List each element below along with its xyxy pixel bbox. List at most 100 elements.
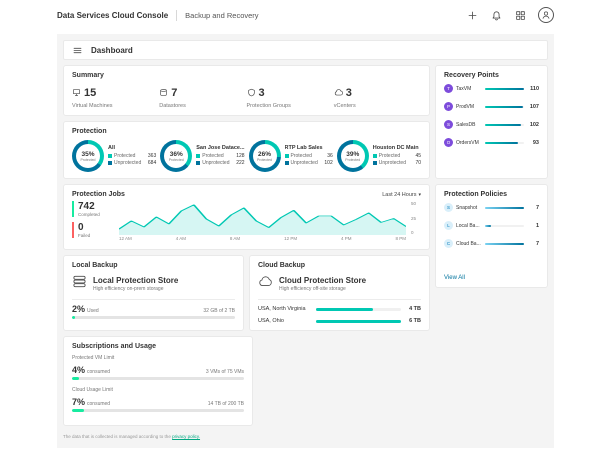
local-capacity-text: 32 GB of 2 TB bbox=[203, 308, 235, 314]
recovery-point-row-icon: O bbox=[444, 138, 453, 147]
local-used-percent: 2% bbox=[72, 304, 85, 314]
protection-group: 36%ProtectedSan Jose Datace...Protected1… bbox=[160, 140, 244, 172]
local-store-subtitle: High efficiency on-prem storage bbox=[93, 286, 178, 292]
apps-grid-icon[interactable] bbox=[514, 9, 527, 22]
summary-stat: 3Protection Groups bbox=[247, 84, 334, 109]
cloud-store: Cloud Protection Store High efficiency o… bbox=[258, 274, 421, 294]
y-tick-label: 50 bbox=[411, 201, 421, 206]
y-tick-label: 25 bbox=[411, 216, 421, 221]
cloud-location-value: 6 TB bbox=[405, 318, 421, 324]
failed-count: 0 bbox=[78, 222, 114, 233]
x-tick-label: 12 PM bbox=[284, 236, 297, 241]
recovery-point-row-name: SalesDB bbox=[456, 122, 482, 128]
disk-stack-icon bbox=[72, 274, 87, 294]
policy-row: SSnapshot 7 bbox=[444, 203, 539, 212]
subscriptions-title: Subscriptions and Usage bbox=[72, 343, 244, 350]
vm-icon bbox=[72, 84, 81, 102]
notifications-bell-icon[interactable] bbox=[490, 9, 503, 22]
policy-row-icon: S bbox=[444, 203, 453, 212]
protection-group-name: All bbox=[108, 145, 156, 151]
protection-jobs-title: Protection Jobs bbox=[72, 191, 125, 198]
x-tick-label: 12 AM bbox=[119, 236, 132, 241]
policy-row-bar bbox=[485, 243, 524, 245]
jobs-y-labels: 50 25 0 bbox=[411, 201, 421, 235]
menu-icon[interactable] bbox=[71, 44, 84, 57]
summary-stat: 7Datastores bbox=[159, 84, 246, 109]
policy-row-count: 7 bbox=[527, 205, 539, 211]
protection-policies-title: Protection Policies bbox=[444, 191, 539, 198]
policy-row-bar bbox=[485, 225, 491, 227]
time-range-label: Last 24 Hours bbox=[382, 192, 416, 198]
subscription-item: Cloud Usage Limit7%consumed14 TB of 200 … bbox=[72, 387, 244, 412]
summary-stat: 15Virtual Machines bbox=[72, 84, 159, 109]
cloud-icon bbox=[334, 84, 343, 102]
protected-swatch bbox=[285, 154, 289, 158]
summary-title: Summary bbox=[72, 72, 421, 79]
subscriptions-list: Protected VM Limit4%consumed3 VMs of 75 … bbox=[72, 355, 244, 412]
x-tick-label: 8 AM bbox=[230, 236, 240, 241]
protection-donut: 26%Protected bbox=[249, 140, 281, 172]
job-stats: 742 Completed 0 Failed bbox=[72, 201, 114, 243]
donut-caption: Protected bbox=[169, 158, 184, 162]
local-usage-bar bbox=[72, 316, 235, 319]
recovery-point-row-name: TaxVM bbox=[456, 86, 482, 92]
recovery-points-list: TTaxVM110PProdVM107SSalesDB102OOrdersVM9… bbox=[444, 84, 539, 147]
donut-caption: Protected bbox=[257, 158, 272, 162]
jobs-chart: 12 AM4 AM8 AM12 PM4 PM8 PM bbox=[119, 201, 406, 241]
section-title: Backup and Recovery bbox=[185, 11, 258, 20]
policy-row-name: Local Ba... bbox=[456, 223, 482, 229]
y-tick-label: 0 bbox=[411, 230, 421, 235]
recovery-point-row-count: 107 bbox=[527, 104, 539, 110]
privacy-policy-link[interactable]: privacy policy. bbox=[172, 434, 200, 439]
cloud-location-name: USA, Ohio bbox=[258, 318, 312, 324]
recovery-points-title: Recovery Points bbox=[444, 72, 539, 79]
view-all-link[interactable]: View All bbox=[444, 263, 539, 281]
recovery-point-row: OOrdersVM93 bbox=[444, 138, 539, 147]
recovery-point-row-icon: T bbox=[444, 84, 453, 93]
usage-bar bbox=[72, 409, 244, 412]
local-backup-card: Local Backup Local Protection Store High… bbox=[63, 255, 244, 331]
unprotected-swatch bbox=[285, 161, 289, 165]
legend-unprotected: Unprotected222 bbox=[196, 160, 244, 166]
stat-label: Protection Groups bbox=[247, 103, 334, 109]
x-tick-label: 4 AM bbox=[176, 236, 186, 241]
recovery-point-row-count: 102 bbox=[527, 122, 539, 128]
policy-row: CCloud Ba...7 bbox=[444, 239, 539, 248]
policy-row-count: 7 bbox=[527, 241, 539, 247]
protection-group: 26%ProtectedRTP Lab SalesProtected36Unpr… bbox=[249, 140, 333, 172]
jobs-x-labels: 12 AM4 AM8 AM12 PM4 PM8 PM bbox=[119, 236, 406, 241]
time-range-selector[interactable]: Last 24 Hours ▾ bbox=[382, 192, 421, 198]
divider bbox=[258, 299, 421, 300]
local-usage: 2% Used 32 GB of 2 TB bbox=[72, 304, 235, 314]
failed-label: Failed bbox=[78, 233, 114, 238]
cloud-store-subtitle: High efficiency off-site storage bbox=[279, 286, 366, 292]
header-actions bbox=[466, 7, 554, 23]
legend-protected: Protected45 bbox=[373, 153, 421, 159]
legend-unprotected: Unprotected70 bbox=[373, 160, 421, 166]
stat-label: Virtual Machines bbox=[72, 103, 159, 109]
usage-consumed-label: consumed bbox=[87, 401, 110, 407]
main-content: Dashboard Summary 15Virtual Machines7Dat… bbox=[57, 34, 554, 448]
cloud-location-name: USA, North Virginia bbox=[258, 306, 312, 312]
usage-percent: 7% bbox=[72, 397, 85, 407]
policy-row-name: Snapshot bbox=[456, 205, 482, 211]
protection-group-name: RTP Lab Sales bbox=[285, 145, 333, 151]
legend-protected: Protected128 bbox=[196, 153, 244, 159]
chevron-down-icon: ▾ bbox=[418, 192, 421, 198]
user-avatar[interactable] bbox=[538, 7, 554, 23]
protection-donut: 39%Protected bbox=[337, 140, 369, 172]
usage-percent: 4% bbox=[72, 365, 85, 375]
summary-stats: 15Virtual Machines7Datastores3Protection… bbox=[72, 84, 421, 109]
add-icon[interactable] bbox=[466, 9, 479, 22]
protection-groups: 35%ProtectedAllProtected363Unprotected68… bbox=[72, 140, 421, 172]
subscription-name: Cloud Usage Limit bbox=[72, 387, 244, 393]
donut-percent: 26% bbox=[258, 151, 271, 158]
recovery-point-row-bar bbox=[485, 88, 524, 90]
local-store: Local Protection Store High efficiency o… bbox=[72, 274, 235, 294]
left-column: Summary 15Virtual Machines7Datastores3Pr… bbox=[63, 65, 430, 439]
local-used-label: Used bbox=[87, 308, 99, 314]
spacer bbox=[258, 336, 430, 426]
stat-label: vCenters bbox=[334, 103, 421, 109]
stat-value: 7 bbox=[171, 87, 177, 99]
protection-donut: 36%Protected bbox=[160, 140, 192, 172]
